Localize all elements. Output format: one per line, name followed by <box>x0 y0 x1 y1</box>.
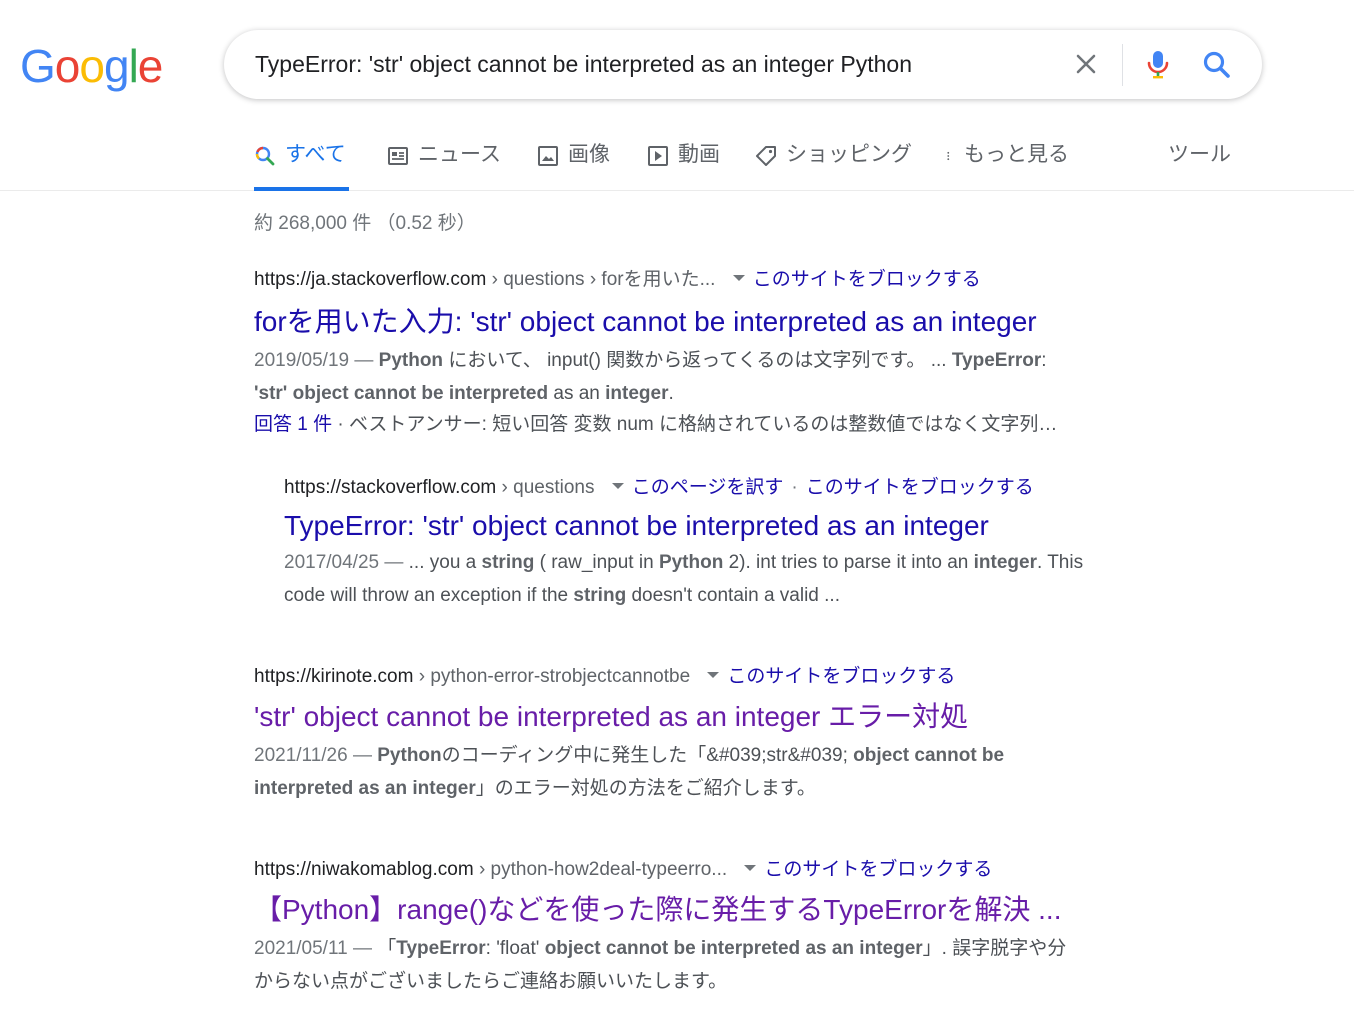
result-title[interactable]: 【Python】range()などを使った際に発生するTypeErrorを解決 … <box>254 890 1174 930</box>
search-divider <box>1122 44 1123 86</box>
logo-letter: e <box>137 40 164 92</box>
chevron-down-icon[interactable] <box>732 275 745 282</box>
video-icon <box>648 146 668 166</box>
result-snippet: 2021/11/26 — Pythonのコーディング中に発生した「&#039;s… <box>254 739 1174 805</box>
search-result: https://ja.stackoverflow.com › questions… <box>254 268 1174 440</box>
translate-page-link[interactable]: このページを訳す <box>632 477 784 498</box>
result-date: 2017/04/25 — <box>284 552 409 573</box>
search-tabs: すべて ニュース 画像 動画 ショッピング もっと見る ツール <box>0 130 1354 191</box>
snippet-bold: Python <box>377 745 442 766</box>
chevron-down-icon[interactable] <box>744 865 757 872</box>
result-title[interactable]: 'str' object cannot be interpreted as an… <box>254 697 1174 737</box>
result-stats: 約 268,000 件 （0.52 秒） <box>254 213 476 234</box>
result-breadcrumb: https://stackoverflow.com › questions この… <box>284 476 1184 500</box>
search-result-indented: https://stackoverflow.com › questions この… <box>284 476 1184 612</box>
result-domain[interactable]: https://ja.stackoverflow.com <box>254 269 486 290</box>
search-icon[interactable] <box>1200 48 1234 82</box>
answers-row: 回答 1 件 · ベストアンサー: 短い回答 変数 num に格納されているのは… <box>254 410 1174 440</box>
result-path: › python-how2deal-typeerro... <box>473 859 728 880</box>
snippet-bold: string <box>481 552 535 573</box>
result-snippet: 2017/04/25 — ... you a string ( raw_inpu… <box>284 546 1184 612</box>
search-input[interactable] <box>255 44 1055 84</box>
more-vert-icon <box>947 151 950 161</box>
tab-label: ツール <box>1168 143 1231 166</box>
logo-letter: l <box>128 40 139 92</box>
result-domain[interactable]: https://stackoverflow.com <box>284 477 496 498</box>
result-domain[interactable]: https://niwakomablog.com <box>254 859 474 880</box>
result-path: › questions <box>496 477 595 498</box>
tab-all[interactable]: すべて <box>254 140 349 191</box>
chevron-down-icon[interactable] <box>707 672 720 679</box>
result-snippet: 2019/05/19 — Python において、 input() 関数から返っ… <box>254 344 1174 410</box>
result-date: 2019/05/19 — <box>254 350 379 371</box>
snippet-bold: object cannot be interpreted as an integ… <box>544 938 923 959</box>
tab-shopping[interactable]: ショッピング <box>755 140 912 191</box>
logo-letter: g <box>103 40 130 92</box>
snippet-bold: interpreted as an integer <box>254 778 476 799</box>
tab-label: 画像 <box>568 143 610 166</box>
result-path: › questions › forを用いた... <box>486 269 716 290</box>
tab-label: ニュース <box>418 143 501 166</box>
image-icon <box>538 146 558 166</box>
snippet-bold: Python <box>378 350 444 371</box>
news-icon <box>388 147 408 165</box>
snippet-bold: integer <box>605 383 669 404</box>
result-breadcrumb: https://ja.stackoverflow.com › questions… <box>254 268 1174 292</box>
tab-news[interactable]: ニュース <box>387 140 501 191</box>
block-site-link[interactable]: このサイトをブロックする <box>727 666 955 687</box>
separator-dot: · <box>791 477 798 498</box>
tab-images[interactable]: 画像 <box>537 140 610 191</box>
tab-tools[interactable]: ツール <box>1168 140 1231 191</box>
search-icon <box>255 146 275 166</box>
tag-icon <box>756 146 776 166</box>
snippet-bold: object cannot be <box>853 745 1005 766</box>
tab-label: もっと見る <box>964 143 1069 166</box>
google-logo[interactable]: Google <box>20 40 164 92</box>
answers-text: · ベストアンサー: 短い回答 変数 num に格納されているのは整数値ではなく… <box>332 414 1058 435</box>
result-domain[interactable]: https://kirinote.com <box>254 666 413 687</box>
result-title[interactable]: forを用いた入力: 'str' object cannot be interp… <box>254 302 1174 342</box>
snippet-bold: integer <box>973 552 1037 573</box>
tab-label: 動画 <box>678 143 720 166</box>
search-result: https://kirinote.com › python-error-stro… <box>254 665 1174 805</box>
block-site-link[interactable]: このサイトをブロックする <box>753 269 981 290</box>
search-result: https://niwakomablog.com › python-how2de… <box>254 858 1174 998</box>
snippet-bold: TypeError <box>396 938 486 959</box>
chevron-down-icon[interactable] <box>611 483 624 490</box>
result-path: › python-error-strobjectcannotbe <box>413 666 691 687</box>
tab-videos[interactable]: 動画 <box>647 140 720 191</box>
result-snippet: 2021/05/11 — 「TypeError: 'float' object … <box>254 932 1174 998</box>
tab-label: ショッピング <box>786 143 912 166</box>
snippet-bold: string <box>573 585 627 606</box>
result-title[interactable]: TypeError: 'str' object cannot be interp… <box>284 506 1184 546</box>
tab-more[interactable]: もっと見る <box>946 140 1069 191</box>
result-breadcrumb: https://niwakomablog.com › python-how2de… <box>254 858 1174 882</box>
search-box <box>224 30 1262 99</box>
result-breadcrumb: https://kirinote.com › python-error-stro… <box>254 665 1174 689</box>
block-site-link[interactable]: このサイトをブロックする <box>806 477 1034 498</box>
microphone-icon[interactable] <box>1141 47 1175 81</box>
logo-letter: G <box>20 40 56 92</box>
result-date: 2021/11/26 — <box>254 745 378 766</box>
snippet-bold: Python <box>658 552 724 573</box>
result-date: 2021/05/11 — <box>254 938 378 959</box>
tab-label: すべて <box>285 143 346 166</box>
answers-link[interactable]: 回答 1 件 <box>254 414 332 435</box>
logo-letter: o <box>79 40 105 92</box>
block-site-link[interactable]: このサイトをブロックする <box>764 859 992 880</box>
snippet-bold: 'str' object cannot be interpreted <box>254 383 549 404</box>
clear-icon[interactable] <box>1071 49 1101 79</box>
logo-letter: o <box>54 40 81 92</box>
snippet-bold: TypeError <box>951 350 1042 371</box>
